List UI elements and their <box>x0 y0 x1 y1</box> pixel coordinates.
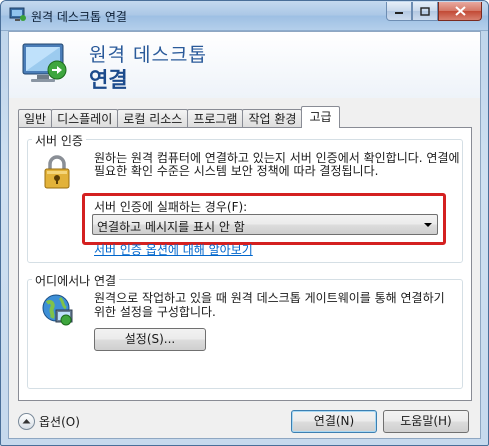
tab-advanced[interactable]: 고급 <box>301 106 340 128</box>
close-icon <box>454 6 466 16</box>
minimize-button[interactable] <box>386 2 412 21</box>
server-auth-group-label: 서버 인증 <box>32 132 86 149</box>
chevron-down-icon <box>424 223 432 227</box>
advanced-tab-panel: 서버 인증 원하는 원격 컴퓨터에 연결하고 있는지 서버 인증에서 확인합니다… <box>18 127 472 401</box>
minimize-icon <box>395 12 403 14</box>
auth-failure-dropdown[interactable]: 연결하고 메시지를 표시 안 함 <box>92 214 438 235</box>
connect-anywhere-description: 원격으로 작업하고 있을 때 원격 데스크톱 게이트웨이를 통해 연결하기 위한… <box>94 291 445 319</box>
connect-button[interactable]: 연결(N) <box>291 410 377 433</box>
window-controls <box>386 2 482 22</box>
tab-local-resources[interactable]: 로컬 리소스 <box>117 109 189 128</box>
tab-experience[interactable]: 작업 환경 <box>242 109 303 128</box>
network-globe-icon <box>40 292 76 328</box>
tab-programs[interactable]: 프로그램 <box>187 109 244 128</box>
settings-button[interactable]: 설정(S)... <box>94 328 206 351</box>
connect-anywhere-group-label: 어디에서나 연결 <box>32 272 120 289</box>
tab-general[interactable]: 일반 <box>18 109 53 128</box>
options-label: 옵션(O) <box>39 414 80 429</box>
monitor-icon <box>21 40 73 90</box>
server-auth-description: 원하는 원격 컴퓨터에 연결하고 있는지 서버 인증에서 확인합니다. 연결에 … <box>94 151 460 178</box>
help-button[interactable]: 도움말(H) <box>383 410 469 433</box>
dialog-body: 원격 데스크톱 연결 일반 디스플레이 로컬 리소스 프로그램 작업 환경 고급… <box>8 31 481 439</box>
tab-strip: 일반 디스플레이 로컬 리소스 프로그램 작업 환경 고급 <box>18 106 340 128</box>
server-auth-options-link[interactable]: 서버 인증 옵션에 대해 알아보기 <box>94 241 253 258</box>
dialog-footer: 옵션(O) 연결(N) 도움말(H) <box>9 402 480 440</box>
header-banner: 원격 데스크톱 연결 <box>9 32 480 98</box>
window-title: 원격 데스크톱 연결 <box>31 10 127 24</box>
title-bar[interactable]: 원격 데스크톱 연결 <box>1 1 488 31</box>
header-title-line1: 원격 데스크톱 <box>89 44 207 66</box>
lock-icon <box>42 154 72 190</box>
close-button[interactable] <box>438 2 482 21</box>
connect-anywhere-group: 어디에서나 연결 원격으로 작업하고 있을 때 원격 데스크톱 게이트웨이를 통… <box>27 272 463 389</box>
options-toggle-button[interactable]: 옵션(O) <box>18 411 80 431</box>
auth-failure-dropdown-value: 연결하고 메시지를 표시 안 함 <box>97 220 245 234</box>
chevron-up-icon <box>18 412 35 430</box>
auth-failure-label: 서버 인증에 실패하는 경우(F): <box>94 200 248 214</box>
remote-desktop-window: 원격 데스크톱 연결 원격 데스크톱 연결 일반 디스플레이 로컬 리소스 프로… <box>0 0 489 446</box>
remote-desktop-icon <box>9 7 27 23</box>
tab-display[interactable]: 디스플레이 <box>51 109 119 128</box>
maximize-icon <box>420 6 430 16</box>
server-auth-group: 서버 인증 원하는 원격 컴퓨터에 연결하고 있는지 서버 인증에서 확인합니다… <box>27 132 463 263</box>
header-title-line2: 연결 <box>89 68 128 92</box>
maximize-button[interactable] <box>412 2 438 21</box>
